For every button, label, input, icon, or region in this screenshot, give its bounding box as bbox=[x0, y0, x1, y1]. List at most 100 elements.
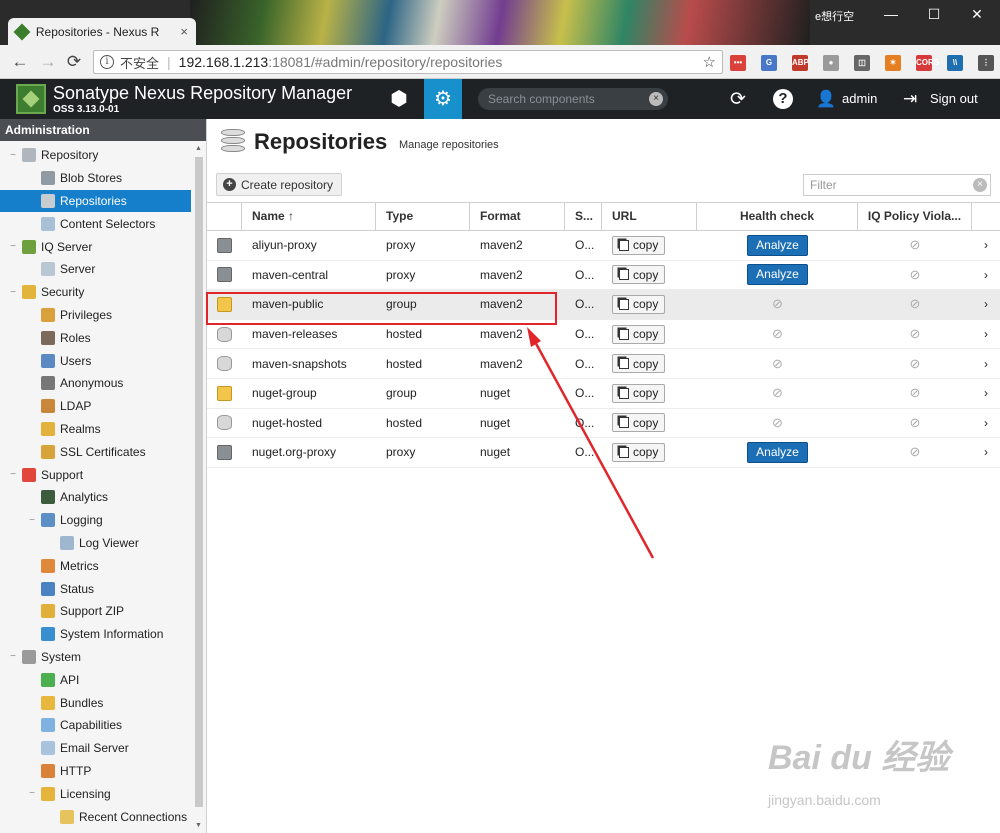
forward-icon[interactable]: → bbox=[38, 52, 58, 72]
help-icon[interactable]: ? bbox=[773, 89, 793, 109]
row-chevron-icon[interactable]: › bbox=[972, 297, 1000, 311]
copy-url-button[interactable]: copy bbox=[612, 383, 666, 403]
browse-mode-icon[interactable]: ⬢ bbox=[380, 79, 418, 119]
bookmark-star-icon[interactable]: ☆ bbox=[703, 53, 716, 71]
sidebar-item-ssl-certificates[interactable]: SSL Certificates bbox=[0, 440, 191, 463]
search-components-input[interactable]: Search components × bbox=[478, 88, 668, 110]
sidebar-item-content-selectors[interactable]: Content Selectors bbox=[0, 212, 191, 235]
sidebar-item-support[interactable]: − Support bbox=[0, 463, 191, 486]
table-row[interactable]: aliyun-proxy proxy maven2 O... copy Analyze ⊘ › bbox=[207, 231, 1000, 261]
column-header-url[interactable]: URL bbox=[602, 203, 697, 230]
sidebar-item-privileges[interactable]: Privileges bbox=[0, 304, 191, 327]
column-header-format[interactable]: Format bbox=[470, 203, 565, 230]
ext-dots-icon[interactable]: ••• bbox=[730, 55, 746, 71]
sidebar-item-system[interactable]: − System bbox=[0, 646, 191, 669]
user-name[interactable]: admin bbox=[842, 91, 877, 106]
collapse-toggle-icon[interactable]: − bbox=[27, 515, 37, 526]
search-clear-icon[interactable]: × bbox=[649, 92, 663, 106]
copy-url-button[interactable]: copy bbox=[612, 413, 666, 433]
row-chevron-icon[interactable]: › bbox=[972, 416, 1000, 430]
table-row[interactable]: maven-releases hosted maven2 O... copy ⊘ ⊘ › bbox=[207, 320, 1000, 350]
sidebar-scrollbar[interactable]: ▲ ▼ bbox=[194, 145, 204, 829]
analyze-button[interactable]: Analyze bbox=[747, 264, 808, 286]
collapse-toggle-icon[interactable]: − bbox=[8, 651, 18, 662]
sidebar-item-support-zip[interactable]: Support ZIP bbox=[0, 600, 191, 623]
table-row[interactable]: maven-central proxy maven2 O... copy Analyze ⊘… bbox=[207, 261, 1000, 291]
filter-input[interactable]: Filter × bbox=[803, 174, 991, 196]
table-row[interactable]: maven-snapshots hosted maven2 O... copy ⊘ ⊘ › bbox=[207, 349, 1000, 379]
sidebar-item-anonymous[interactable]: Anonymous bbox=[0, 372, 191, 395]
ext-menu-icon[interactable]: ⋮ bbox=[978, 55, 994, 71]
browser-tab[interactable]: Repositories - Nexus R × bbox=[8, 18, 196, 45]
table-row[interactable]: nuget-hosted hosted nuget O... copy ⊘ ⊘ › bbox=[207, 409, 1000, 439]
ext-abp-icon[interactable]: ABP bbox=[792, 55, 809, 71]
sidebar-item-server[interactable]: Server bbox=[0, 258, 191, 281]
collapse-toggle-icon[interactable]: − bbox=[27, 788, 37, 799]
table-row[interactable]: maven-public group maven2 O... copy ⊘ ⊘ › bbox=[207, 290, 1000, 320]
column-header-iq-policy[interactable]: IQ Policy Viola... bbox=[858, 203, 972, 230]
ext-orange-icon[interactable]: ✶ bbox=[885, 55, 901, 71]
sidebar-item-security[interactable]: − Security bbox=[0, 281, 191, 304]
copy-url-button[interactable]: copy bbox=[612, 294, 666, 314]
create-repository-button[interactable]: + Create repository bbox=[216, 173, 343, 196]
row-chevron-icon[interactable]: › bbox=[972, 268, 1000, 282]
ext-translate-icon[interactable]: G bbox=[761, 55, 777, 71]
sidebar-item-recent-connections[interactable]: Recent Connections bbox=[0, 805, 191, 828]
column-header-name[interactable]: Name ↑ bbox=[242, 203, 376, 230]
sidebar-item-roles[interactable]: Roles bbox=[0, 326, 191, 349]
user-icon[interactable]: 👤 bbox=[816, 89, 836, 109]
collapse-toggle-icon[interactable]: − bbox=[8, 241, 18, 252]
collapse-toggle-icon[interactable]: − bbox=[8, 150, 18, 161]
sidebar-item-repositories[interactable]: Repositories bbox=[0, 189, 191, 213]
table-row[interactable]: nuget.org-proxy proxy nuget O... copy Analyze… bbox=[207, 438, 1000, 468]
sidebar-item-log-viewer[interactable]: Log Viewer bbox=[0, 532, 191, 555]
ext-cors-icon[interactable]: CORS bbox=[916, 55, 939, 71]
sidebar-item-iq-server[interactable]: − IQ Server bbox=[0, 235, 191, 258]
filter-clear-icon[interactable]: × bbox=[973, 178, 987, 192]
sidebar-item-users[interactable]: Users bbox=[0, 349, 191, 372]
signout-icon[interactable]: ⇥ bbox=[903, 89, 917, 109]
sidebar-item-status[interactable]: Status bbox=[0, 577, 191, 600]
sidebar-item-realms[interactable]: Realms bbox=[0, 418, 191, 441]
copy-url-button[interactable]: copy bbox=[612, 265, 666, 285]
minimize-button[interactable]: — bbox=[876, 4, 906, 24]
row-chevron-icon[interactable]: › bbox=[972, 386, 1000, 400]
ext-record-icon[interactable]: ● bbox=[823, 55, 839, 71]
ext-stripes-icon[interactable]: \\ bbox=[947, 55, 963, 71]
copy-url-button[interactable]: copy bbox=[612, 235, 666, 255]
collapse-toggle-icon[interactable]: − bbox=[8, 469, 18, 480]
reload-icon[interactable]: ⟳ bbox=[64, 52, 84, 72]
scroll-thumb[interactable] bbox=[195, 157, 203, 807]
signout-link[interactable]: Sign out bbox=[930, 91, 978, 106]
sidebar-item-http[interactable]: HTTP bbox=[0, 760, 191, 783]
sidebar-item-system-information[interactable]: System Information bbox=[0, 623, 191, 646]
row-chevron-icon[interactable]: › bbox=[972, 327, 1000, 341]
back-icon[interactable]: ← bbox=[10, 52, 30, 72]
collapse-toggle-icon[interactable]: − bbox=[8, 287, 18, 298]
tab-close-icon[interactable]: × bbox=[180, 24, 188, 39]
analyze-button[interactable]: Analyze bbox=[747, 441, 808, 463]
row-chevron-icon[interactable]: › bbox=[972, 357, 1000, 371]
sidebar-item-logging[interactable]: − Logging bbox=[0, 509, 191, 532]
url-bar[interactable]: i 不安全 | 192.168.1.213 :18081/#admin/repo… bbox=[93, 50, 723, 74]
copy-url-button[interactable]: copy bbox=[612, 354, 666, 374]
sidebar-item-licensing[interactable]: − Licensing bbox=[0, 782, 191, 805]
scroll-down-icon[interactable]: ▼ bbox=[195, 822, 202, 829]
close-window-button[interactable]: ✕ bbox=[962, 4, 992, 24]
refresh-icon[interactable]: ⟳ bbox=[730, 88, 746, 111]
sidebar-item-api[interactable]: API bbox=[0, 668, 191, 691]
copy-url-button[interactable]: copy bbox=[612, 442, 666, 462]
sidebar-item-bundles[interactable]: Bundles bbox=[0, 691, 191, 714]
row-chevron-icon[interactable]: › bbox=[972, 238, 1000, 252]
maximize-button[interactable]: ☐ bbox=[919, 4, 949, 24]
sidebar-item-ldap[interactable]: LDAP bbox=[0, 395, 191, 418]
site-info-icon[interactable]: i bbox=[100, 55, 114, 69]
column-header-type[interactable]: Type bbox=[376, 203, 470, 230]
table-row[interactable]: nuget-group group nuget O... copy ⊘ ⊘ › bbox=[207, 379, 1000, 409]
copy-url-button[interactable]: copy bbox=[612, 324, 666, 344]
row-chevron-icon[interactable]: › bbox=[972, 445, 1000, 459]
admin-mode-icon[interactable]: ⚙ bbox=[424, 79, 462, 119]
sidebar-item-analytics[interactable]: Analytics bbox=[0, 486, 191, 509]
sidebar-item-metrics[interactable]: Metrics bbox=[0, 554, 191, 577]
column-header-health-check[interactable]: Health check bbox=[697, 203, 858, 230]
